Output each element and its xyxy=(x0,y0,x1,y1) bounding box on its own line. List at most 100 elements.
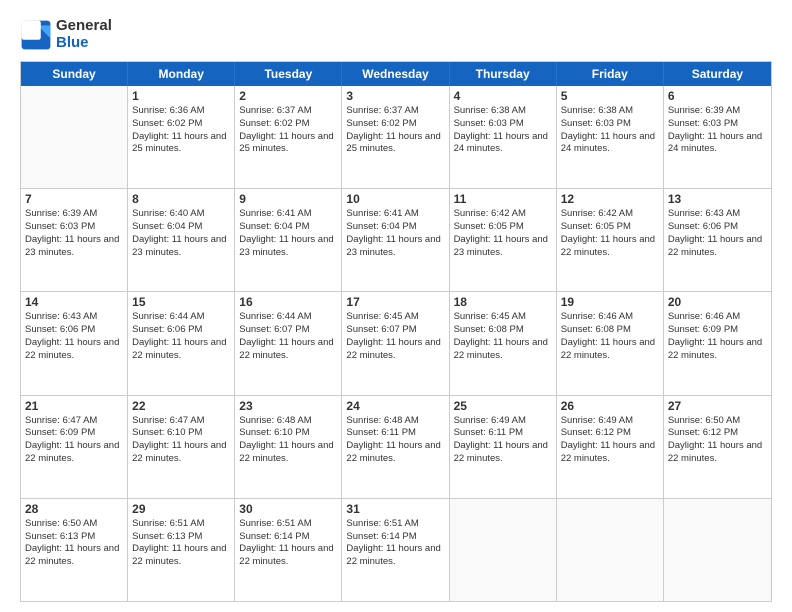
weekday-header: Friday xyxy=(557,62,664,86)
calendar-cell: 12 Sunrise: 6:42 AMSunset: 6:05 PMDaylig… xyxy=(557,189,664,291)
calendar-row: 21 Sunrise: 6:47 AMSunset: 6:09 PMDaylig… xyxy=(21,396,771,499)
weekday-header: Monday xyxy=(128,62,235,86)
day-number: 27 xyxy=(668,399,767,413)
day-number: 3 xyxy=(346,89,444,103)
day-info: Sunrise: 6:39 AMSunset: 6:03 PMDaylight:… xyxy=(668,105,767,156)
calendar-row: 1 Sunrise: 6:36 AMSunset: 6:02 PMDayligh… xyxy=(21,86,771,189)
calendar-cell xyxy=(450,499,557,601)
day-info: Sunrise: 6:49 AMSunset: 6:12 PMDaylight:… xyxy=(561,415,659,466)
calendar-cell: 30 Sunrise: 6:51 AMSunset: 6:14 PMDaylig… xyxy=(235,499,342,601)
day-info: Sunrise: 6:43 AMSunset: 6:06 PMDaylight:… xyxy=(668,208,767,259)
day-info: Sunrise: 6:39 AMSunset: 6:03 PMDaylight:… xyxy=(25,208,123,259)
calendar-cell: 7 Sunrise: 6:39 AMSunset: 6:03 PMDayligh… xyxy=(21,189,128,291)
day-info: Sunrise: 6:48 AMSunset: 6:10 PMDaylight:… xyxy=(239,415,337,466)
calendar-cell: 25 Sunrise: 6:49 AMSunset: 6:11 PMDaylig… xyxy=(450,396,557,498)
day-number: 18 xyxy=(454,295,552,309)
calendar-cell: 3 Sunrise: 6:37 AMSunset: 6:02 PMDayligh… xyxy=(342,86,449,188)
logo-icon xyxy=(20,19,52,51)
calendar-row: 28 Sunrise: 6:50 AMSunset: 6:13 PMDaylig… xyxy=(21,499,771,601)
calendar-cell: 20 Sunrise: 6:46 AMSunset: 6:09 PMDaylig… xyxy=(664,292,771,394)
calendar-cell: 18 Sunrise: 6:45 AMSunset: 6:08 PMDaylig… xyxy=(450,292,557,394)
day-info: Sunrise: 6:41 AMSunset: 6:04 PMDaylight:… xyxy=(346,208,444,259)
day-number: 11 xyxy=(454,192,552,206)
day-number: 26 xyxy=(561,399,659,413)
calendar-cell: 24 Sunrise: 6:48 AMSunset: 6:11 PMDaylig… xyxy=(342,396,449,498)
calendar-cell: 22 Sunrise: 6:47 AMSunset: 6:10 PMDaylig… xyxy=(128,396,235,498)
day-info: Sunrise: 6:45 AMSunset: 6:07 PMDaylight:… xyxy=(346,311,444,362)
calendar-cell: 10 Sunrise: 6:41 AMSunset: 6:04 PMDaylig… xyxy=(342,189,449,291)
calendar-cell: 15 Sunrise: 6:44 AMSunset: 6:06 PMDaylig… xyxy=(128,292,235,394)
calendar-cell: 27 Sunrise: 6:50 AMSunset: 6:12 PMDaylig… xyxy=(664,396,771,498)
weekday-header: Thursday xyxy=(450,62,557,86)
day-info: Sunrise: 6:51 AMSunset: 6:13 PMDaylight:… xyxy=(132,518,230,569)
calendar-cell: 26 Sunrise: 6:49 AMSunset: 6:12 PMDaylig… xyxy=(557,396,664,498)
calendar-page: General Blue SundayMondayTuesdayWednesda… xyxy=(0,0,792,612)
day-info: Sunrise: 6:49 AMSunset: 6:11 PMDaylight:… xyxy=(454,415,552,466)
calendar-header: SundayMondayTuesdayWednesdayThursdayFrid… xyxy=(21,62,771,86)
calendar-cell: 2 Sunrise: 6:37 AMSunset: 6:02 PMDayligh… xyxy=(235,86,342,188)
day-info: Sunrise: 6:44 AMSunset: 6:07 PMDaylight:… xyxy=(239,311,337,362)
calendar-cell: 8 Sunrise: 6:40 AMSunset: 6:04 PMDayligh… xyxy=(128,189,235,291)
calendar-cell: 29 Sunrise: 6:51 AMSunset: 6:13 PMDaylig… xyxy=(128,499,235,601)
calendar-cell: 17 Sunrise: 6:45 AMSunset: 6:07 PMDaylig… xyxy=(342,292,449,394)
day-number: 17 xyxy=(346,295,444,309)
day-info: Sunrise: 6:47 AMSunset: 6:10 PMDaylight:… xyxy=(132,415,230,466)
day-number: 8 xyxy=(132,192,230,206)
weekday-header: Saturday xyxy=(664,62,771,86)
day-number: 4 xyxy=(454,89,552,103)
day-number: 6 xyxy=(668,89,767,103)
calendar-cell xyxy=(21,86,128,188)
day-info: Sunrise: 6:44 AMSunset: 6:06 PMDaylight:… xyxy=(132,311,230,362)
day-info: Sunrise: 6:40 AMSunset: 6:04 PMDaylight:… xyxy=(132,208,230,259)
day-number: 7 xyxy=(25,192,123,206)
calendar-cell: 13 Sunrise: 6:43 AMSunset: 6:06 PMDaylig… xyxy=(664,189,771,291)
logo-text: General Blue xyxy=(56,18,112,51)
day-info: Sunrise: 6:36 AMSunset: 6:02 PMDaylight:… xyxy=(132,105,230,156)
calendar-cell: 11 Sunrise: 6:42 AMSunset: 6:05 PMDaylig… xyxy=(450,189,557,291)
day-info: Sunrise: 6:50 AMSunset: 6:12 PMDaylight:… xyxy=(668,415,767,466)
calendar: SundayMondayTuesdayWednesdayThursdayFrid… xyxy=(20,61,772,602)
day-info: Sunrise: 6:37 AMSunset: 6:02 PMDaylight:… xyxy=(346,105,444,156)
day-number: 20 xyxy=(668,295,767,309)
day-number: 9 xyxy=(239,192,337,206)
day-number: 13 xyxy=(668,192,767,206)
weekday-header: Sunday xyxy=(21,62,128,86)
day-number: 28 xyxy=(25,502,123,516)
calendar-cell: 21 Sunrise: 6:47 AMSunset: 6:09 PMDaylig… xyxy=(21,396,128,498)
day-number: 29 xyxy=(132,502,230,516)
calendar-cell: 31 Sunrise: 6:51 AMSunset: 6:14 PMDaylig… xyxy=(342,499,449,601)
calendar-cell: 6 Sunrise: 6:39 AMSunset: 6:03 PMDayligh… xyxy=(664,86,771,188)
day-info: Sunrise: 6:46 AMSunset: 6:09 PMDaylight:… xyxy=(668,311,767,362)
logo: General Blue xyxy=(20,18,112,51)
day-info: Sunrise: 6:38 AMSunset: 6:03 PMDaylight:… xyxy=(454,105,552,156)
day-number: 22 xyxy=(132,399,230,413)
day-info: Sunrise: 6:41 AMSunset: 6:04 PMDaylight:… xyxy=(239,208,337,259)
day-info: Sunrise: 6:37 AMSunset: 6:02 PMDaylight:… xyxy=(239,105,337,156)
header: General Blue xyxy=(20,18,772,51)
day-number: 2 xyxy=(239,89,337,103)
day-info: Sunrise: 6:50 AMSunset: 6:13 PMDaylight:… xyxy=(25,518,123,569)
calendar-row: 7 Sunrise: 6:39 AMSunset: 6:03 PMDayligh… xyxy=(21,189,771,292)
calendar-cell: 9 Sunrise: 6:41 AMSunset: 6:04 PMDayligh… xyxy=(235,189,342,291)
day-info: Sunrise: 6:42 AMSunset: 6:05 PMDaylight:… xyxy=(561,208,659,259)
calendar-cell: 14 Sunrise: 6:43 AMSunset: 6:06 PMDaylig… xyxy=(21,292,128,394)
calendar-row: 14 Sunrise: 6:43 AMSunset: 6:06 PMDaylig… xyxy=(21,292,771,395)
day-number: 31 xyxy=(346,502,444,516)
day-number: 10 xyxy=(346,192,444,206)
day-info: Sunrise: 6:48 AMSunset: 6:11 PMDaylight:… xyxy=(346,415,444,466)
day-info: Sunrise: 6:43 AMSunset: 6:06 PMDaylight:… xyxy=(25,311,123,362)
day-number: 15 xyxy=(132,295,230,309)
day-number: 21 xyxy=(25,399,123,413)
calendar-cell: 19 Sunrise: 6:46 AMSunset: 6:08 PMDaylig… xyxy=(557,292,664,394)
calendar-cell xyxy=(664,499,771,601)
day-number: 25 xyxy=(454,399,552,413)
day-number: 1 xyxy=(132,89,230,103)
calendar-body: 1 Sunrise: 6:36 AMSunset: 6:02 PMDayligh… xyxy=(21,86,771,601)
day-number: 30 xyxy=(239,502,337,516)
day-info: Sunrise: 6:45 AMSunset: 6:08 PMDaylight:… xyxy=(454,311,552,362)
calendar-cell: 16 Sunrise: 6:44 AMSunset: 6:07 PMDaylig… xyxy=(235,292,342,394)
day-info: Sunrise: 6:46 AMSunset: 6:08 PMDaylight:… xyxy=(561,311,659,362)
day-info: Sunrise: 6:42 AMSunset: 6:05 PMDaylight:… xyxy=(454,208,552,259)
calendar-cell: 4 Sunrise: 6:38 AMSunset: 6:03 PMDayligh… xyxy=(450,86,557,188)
day-number: 19 xyxy=(561,295,659,309)
